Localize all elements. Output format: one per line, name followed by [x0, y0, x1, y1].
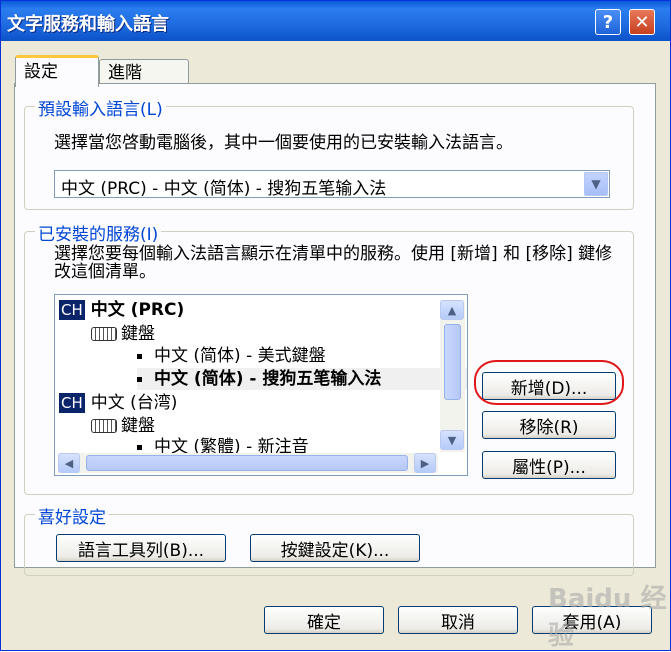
- default-language-description: 選擇當您啓動電腦後，其中一個要使用的已安裝輸入法語言。: [54, 133, 513, 153]
- window-title: 文字服務和輸入語言: [7, 14, 169, 35]
- language-label: 中文 (台湾): [90, 393, 178, 413]
- installed-services-label: 已安裝的服務(I): [35, 220, 162, 245]
- keyboard-icon: [91, 327, 117, 341]
- service-label: 中文 (简体) - 美式鍵盤: [154, 346, 326, 366]
- key-settings-button[interactable]: 按鍵設定(K)...: [250, 534, 420, 562]
- ok-button[interactable]: 確定: [264, 606, 384, 634]
- installed-services-description: 選擇您要每個輸入法語言顯示在清單中的服務。使用 [新增] 和 [移除] 鍵修改這…: [54, 244, 613, 282]
- vertical-scroll-thumb[interactable]: [444, 324, 461, 400]
- watermark-logo: Baidu 经验: [548, 584, 667, 651]
- tab-advanced[interactable]: 進階: [99, 59, 189, 86]
- remove-button[interactable]: 移除(R): [482, 411, 616, 439]
- list-item[interactable]: CH 中文 (PRC): [59, 299, 184, 321]
- scroll-up-icon[interactable]: ▲: [440, 300, 464, 320]
- preferences-label: 喜好設定: [35, 503, 109, 528]
- chevron-down-icon[interactable]: ▼: [584, 172, 608, 196]
- language-bar-button[interactable]: 語言工具列(B)...: [56, 534, 226, 562]
- default-language-label: 預設輸入語言(L): [35, 95, 166, 120]
- default-language-select[interactable]: 中文 (PRC) - 中文 (简体) - 搜狗五笔输入法 ▼: [54, 170, 610, 199]
- annotation-highlight-circle: [474, 360, 624, 405]
- properties-button[interactable]: 屬性(P)...: [482, 451, 616, 479]
- keyboard-label: 鍵盤: [121, 324, 155, 344]
- services-list[interactable]: CH 中文 (PRC) 鍵盤 中文 (简体) - 美式鍵盤 中文 (简体) - 搜…: [54, 294, 468, 476]
- list-item[interactable]: CH 中文 (台湾): [59, 392, 177, 414]
- title-bar[interactable]: 文字服務和輸入語言 ? ✕: [1, 1, 670, 41]
- cancel-button[interactable]: 取消: [398, 606, 518, 634]
- scroll-right-icon[interactable]: ▶: [414, 453, 436, 473]
- close-button[interactable]: ✕: [629, 9, 655, 35]
- language-badge: CH: [59, 300, 85, 320]
- service-label: 中文 (简体) - 搜狗五笔输入法: [154, 369, 382, 389]
- bullet-icon: [137, 353, 142, 359]
- language-label: 中文 (PRC): [90, 300, 185, 320]
- keyboard-icon: [91, 419, 117, 433]
- default-language-value: 中文 (PRC) - 中文 (简体) - 搜狗五笔输入法: [61, 179, 387, 199]
- list-item[interactable]: 鍵盤: [91, 323, 155, 345]
- scroll-left-icon[interactable]: ◀: [58, 453, 80, 473]
- bullet-icon: [137, 376, 142, 382]
- list-item[interactable]: 中文 (简体) - 美式鍵盤: [137, 345, 326, 367]
- tab-settings[interactable]: 設定: [15, 55, 99, 87]
- keyboard-label: 鍵盤: [121, 416, 155, 436]
- list-item-selected[interactable]: 中文 (简体) - 搜狗五笔输入法: [137, 368, 467, 390]
- scroll-down-icon[interactable]: ▼: [440, 430, 464, 450]
- help-button[interactable]: ?: [595, 9, 621, 35]
- bullet-icon: [137, 444, 142, 450]
- horizontal-scroll-thumb[interactable]: [86, 455, 408, 471]
- language-badge: CH: [59, 393, 85, 413]
- list-item[interactable]: 鍵盤: [91, 415, 155, 437]
